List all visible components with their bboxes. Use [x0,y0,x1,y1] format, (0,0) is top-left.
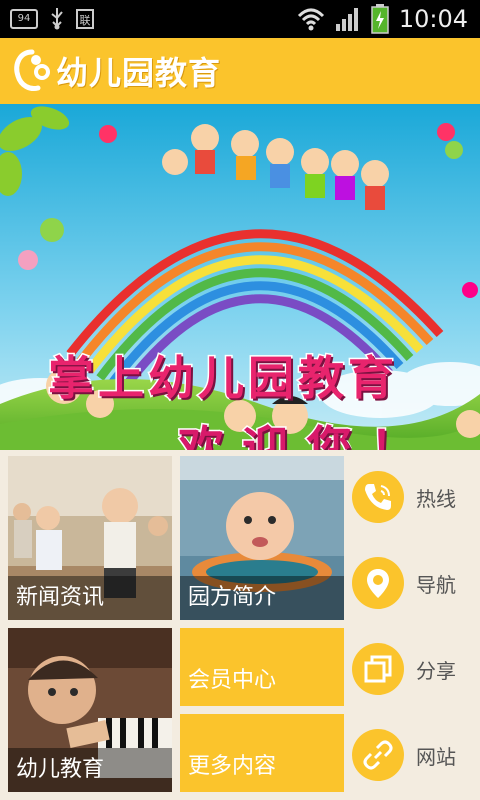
hero-banner[interactable]: 掌上幼儿园教育 欢迎您！ [0,104,480,450]
tile-more-content[interactable]: 更多内容 [180,714,344,792]
tile-member-center[interactable]: 会员中心 [180,628,344,706]
side-action-website-label: 网站 [416,744,456,769]
side-action-hotline-label: 热线 [416,486,456,511]
link-icon [352,729,404,781]
wifi-icon [297,8,324,31]
tile-member-center-label: 会员中心 [188,668,277,693]
keyboard-icon: 联 [76,9,94,29]
tile-introduction[interactable]: 园方简介 [180,456,344,620]
app-title: 幼儿园教育 [56,54,222,92]
share-icon [352,643,404,695]
app-logo: 幼儿园教育 [12,48,221,94]
status-bar: 94 联 10:04 [0,0,480,38]
tile-news-label: 新闻资讯 [8,576,172,620]
side-action-navigation-label: 导航 [416,572,456,597]
banner-title: 掌上幼儿园教育 [47,350,398,407]
logo-mark-icon [14,49,50,91]
notification-badge: 94 [10,9,38,29]
signal-icon [335,8,358,31]
side-action-hotline[interactable]: 热线 [352,462,480,532]
side-action-navigation[interactable]: 导航 [352,548,480,618]
tile-education-label: 幼儿教育 [8,748,172,792]
clock: 10:04 [398,5,468,33]
tile-introduction-label: 园方简介 [180,576,344,620]
svg-text:联: 联 [80,14,91,27]
side-action-website[interactable]: 网站 [352,720,480,790]
banner-subtitle: 欢迎您！ [177,420,434,451]
battery-icon [371,4,389,34]
tile-education[interactable]: 幼儿教育 [8,628,172,792]
location-pin-icon [352,557,404,609]
usb-icon [51,8,63,30]
tile-more-content-label: 更多内容 [188,754,277,779]
app-header: 幼儿园教育 [0,38,480,104]
tile-news[interactable]: 新闻资讯 [8,456,172,620]
phone-icon [352,471,404,523]
side-action-share[interactable]: 分享 [352,634,480,704]
side-action-share-label: 分享 [416,658,456,683]
